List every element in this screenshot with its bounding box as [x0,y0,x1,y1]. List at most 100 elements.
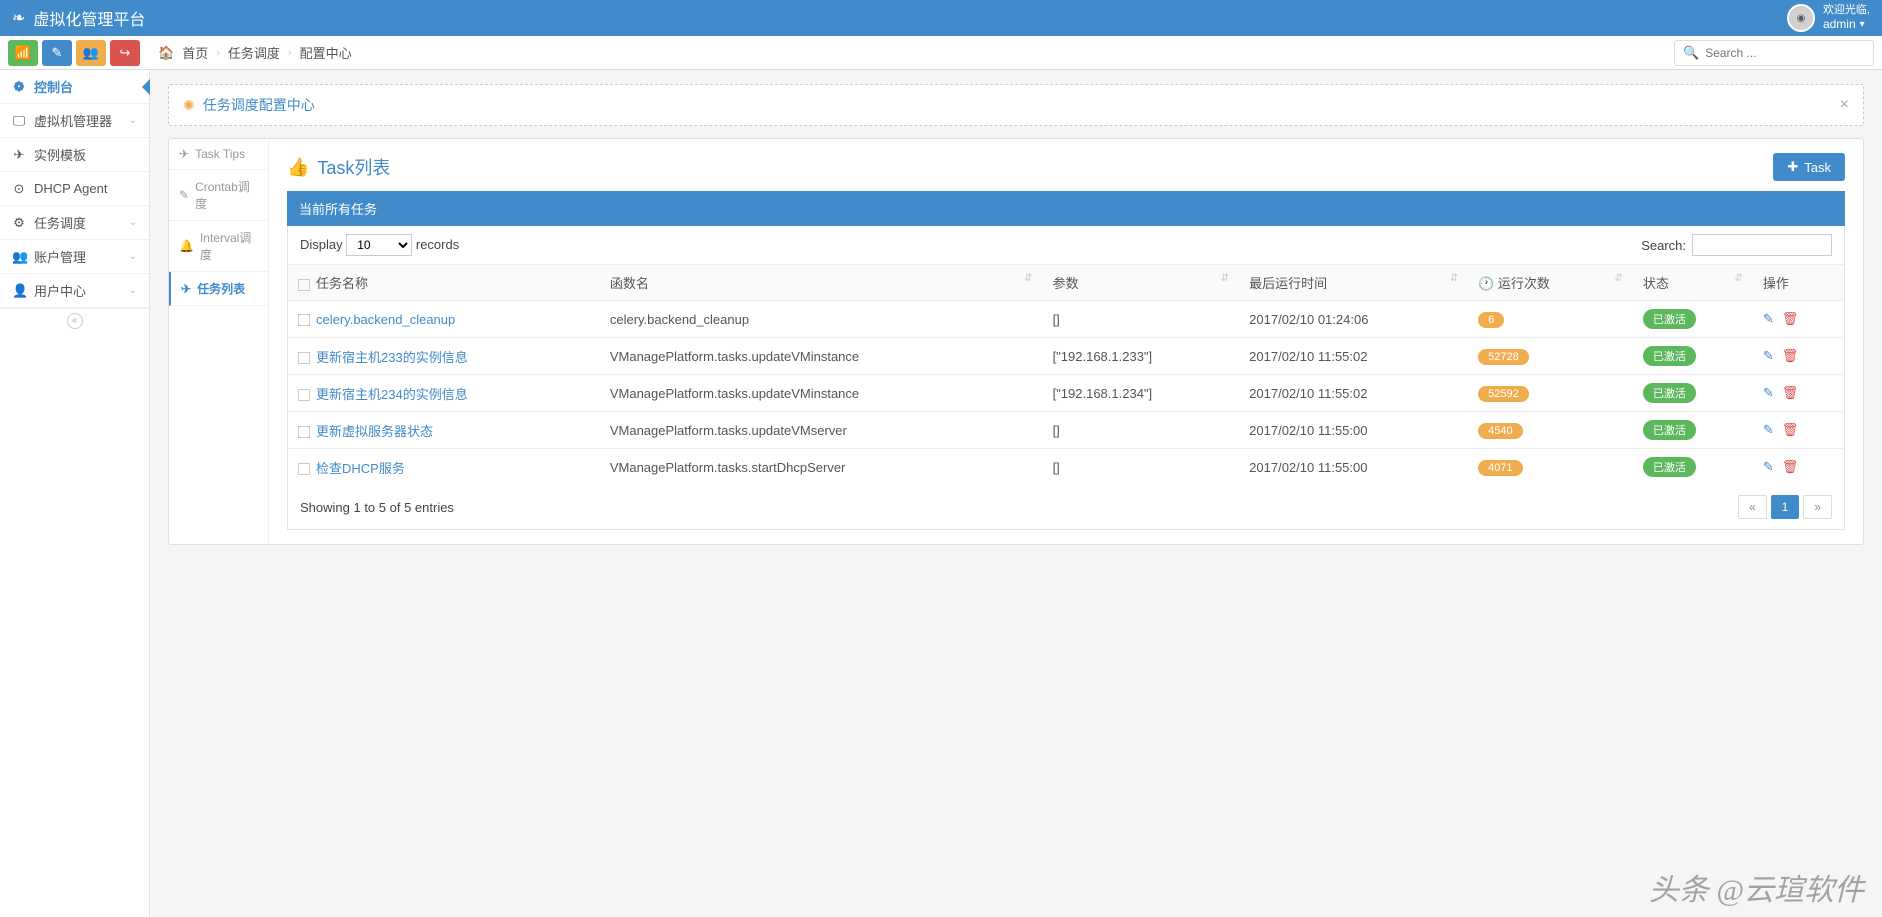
sidebar-item-accounts[interactable]: 👥 账户管理 ⌄ [0,240,149,274]
checkbox[interactable] [298,426,310,438]
dashboard-icon: ❁ [12,79,26,95]
checkbox[interactable] [298,314,310,326]
pager-next[interactable]: » [1803,495,1832,519]
status-badge: 已激活 [1643,346,1696,366]
run-count-badge: 52728 [1478,349,1529,365]
table-row: 更新宿主机233的实例信息 VManagePlatform.tasks.upda… [288,338,1844,375]
records-label: records [416,237,459,252]
sidebar-item-tasks[interactable]: ⚙ 任务调度 ⌄ [0,206,149,240]
trash-icon[interactable]: 🗑 [1782,422,1799,438]
cell-params: ["192.168.1.234"] [1043,375,1240,412]
pager-page[interactable]: 1 [1771,495,1800,519]
edit-icon[interactable]: ✎ [1763,385,1774,401]
breadcrumb-item-1[interactable]: 任务调度 [228,43,280,62]
plane-icon: ✈ [181,282,191,296]
plane-icon: ✈ [179,147,189,161]
vtab-tips[interactable]: ✈ Task Tips [169,139,268,170]
checkbox-all[interactable] [298,279,310,291]
chevron-down-icon: ⌄ [129,115,137,126]
chevron-down-icon: ⌄ [129,285,137,296]
cell-lastrun: 2017/02/10 11:55:00 [1239,412,1468,449]
edit-icon[interactable]: ✎ [1763,422,1774,438]
sidebar-item-label: DHCP Agent [34,181,137,196]
toolbar-buttons: 📶 ✎ 👥 ↪ [8,40,140,66]
layout: ❁ 控制台 🖵 虚拟机管理器 ⌄ ✈ 实例模板 ⊙ DHCP Agent ⚙ 任… [0,70,1882,917]
edit-icon[interactable]: ✎ [1763,459,1774,475]
stats-button[interactable]: 📶 [8,40,38,66]
group-button[interactable]: 👥 [76,40,106,66]
checkbox[interactable] [298,389,310,401]
footer-info: Showing 1 to 5 of 5 entries [300,500,454,515]
run-count-badge: 4071 [1478,460,1522,476]
table-search-input[interactable] [1692,234,1832,256]
global-search[interactable]: 🔍 [1674,40,1874,66]
chevron-down-icon: ⌄ [129,251,137,262]
breadcrumb-home[interactable]: 首页 [182,43,208,62]
sidebar-item-usercenter[interactable]: 👤 用户中心 ⌄ [0,274,149,308]
edit-icon[interactable]: ✎ [1763,311,1774,327]
table-controls: Display 10 records Search: [288,226,1844,264]
task-name-link[interactable]: 检查DHCP服务 [316,461,405,476]
sidebar-item-dashboard[interactable]: ❁ 控制台 [0,70,149,104]
thumbs-up-icon: 👍 [287,157,309,178]
user-area[interactable]: ◉ 欢迎光临, admin ▾ [1787,4,1870,32]
vtab-tasklist[interactable]: ✈ 任务列表 [169,272,268,306]
sidebar-item-label: 账户管理 [34,247,121,266]
th-status[interactable]: 状态⇵ [1633,265,1753,301]
content-box: ✈ Task Tips ✎ Crontab调度 🔔 Interval调度 ✈ 任… [168,138,1864,545]
display-select[interactable]: 10 [346,234,412,256]
checkbox[interactable] [298,352,310,364]
th-params[interactable]: 参数⇵ [1043,265,1240,301]
vtab-interval[interactable]: 🔔 Interval调度 [169,221,268,272]
cell-lastrun: 2017/02/10 01:24:06 [1239,301,1468,338]
task-name-link[interactable]: 更新宿主机233的实例信息 [316,350,468,365]
task-name-link[interactable]: celery.backend_cleanup [316,312,455,327]
watermark: 头条 @云瑄软件 [1649,865,1864,909]
sidebar-item-templates[interactable]: ✈ 实例模板 [0,138,149,172]
th-lastrun[interactable]: 最后运行时间⇵ [1239,265,1468,301]
bell-icon: 🔔 [179,239,194,253]
task-name-link[interactable]: 更新宿主机234的实例信息 [316,387,468,402]
vertical-tabs: ✈ Task Tips ✎ Crontab调度 🔔 Interval调度 ✈ 任… [169,139,269,544]
greeting-text: 欢迎光临, [1823,4,1870,17]
search-icon: 🔍 [1683,45,1699,61]
sidebar-item-label: 任务调度 [34,213,121,232]
search-input[interactable] [1705,46,1865,60]
edit-button[interactable]: ✎ [42,40,72,66]
trash-icon[interactable]: 🗑 [1782,348,1799,364]
trash-icon[interactable]: 🗑 [1782,459,1799,475]
brand: ❧ 虚拟化管理平台 [12,6,145,30]
breadcrumb-item-2[interactable]: 配置中心 [300,43,352,62]
user-icon: 👤 [12,283,26,299]
avatar[interactable]: ◉ [1787,4,1815,32]
trash-icon[interactable]: 🗑 [1782,311,1799,327]
edit-icon: ✎ [179,188,189,202]
add-task-button[interactable]: ✚ Task [1773,153,1845,181]
home-icon[interactable]: 🏠 [158,45,174,61]
th-count[interactable]: 🕐 运行次数⇵ [1468,265,1633,301]
cell-lastrun: 2017/02/10 11:55:02 [1239,375,1468,412]
trash-icon[interactable]: 🗑 [1782,385,1799,401]
close-icon[interactable]: × [1840,96,1849,114]
chevron-down-icon[interactable]: ▾ [1860,19,1865,31]
sidebar-item-vm-manager[interactable]: 🖵 虚拟机管理器 ⌄ [0,104,149,138]
chevron-left-icon: « [67,313,83,329]
checkbox[interactable] [298,463,310,475]
sort-icon: ⇵ [1614,273,1622,284]
add-task-label: Task [1804,160,1831,175]
th-name[interactable]: 任务名称 [288,265,600,301]
share-button[interactable]: ↪ [110,40,140,66]
sidebar-collapse[interactable]: « [0,308,149,332]
vtab-label: Task Tips [195,147,245,161]
task-name-link[interactable]: 更新虚拟服务器状态 [316,424,433,439]
sidebar-item-dhcp[interactable]: ⊙ DHCP Agent [0,172,149,206]
pager-prev[interactable]: « [1738,495,1767,519]
pane-title: 👍 Task列表 [287,154,390,180]
th-func[interactable]: 函数名⇵ [600,265,1043,301]
sort-icon: ⇵ [1221,273,1229,284]
edit-icon[interactable]: ✎ [1763,348,1774,364]
cell-params: [] [1043,412,1240,449]
users-icon: 👥 [12,249,26,265]
vtab-crontab[interactable]: ✎ Crontab调度 [169,170,268,221]
plus-icon: ✚ [1787,159,1798,175]
